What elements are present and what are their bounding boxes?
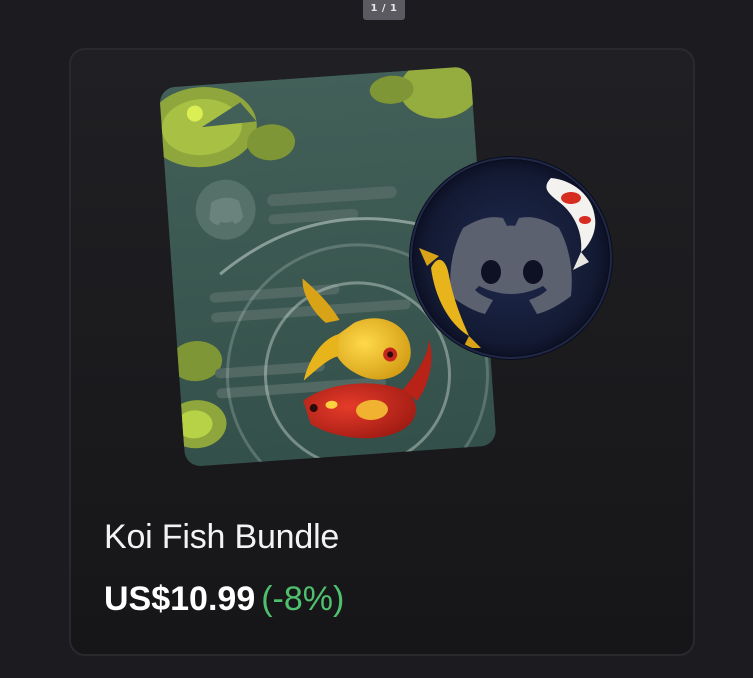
page-counter: 1 / 1 [363,0,405,20]
price-row: US$10.99 (-8%) [104,580,344,619]
shop-page: 1 / 1 Koi Fish Bundle US$10.99 (-8%) [0,0,753,678]
discount-badge: (-8%) [261,580,345,618]
avatar-decoration [409,156,613,360]
bundle-card[interactable]: Koi Fish Bundle US$10.99 (-8%) [69,48,695,656]
bundle-price: US$10.99 [104,580,256,618]
bundle-title: Koi Fish Bundle [104,518,340,556]
bundle-artwork [159,66,613,468]
